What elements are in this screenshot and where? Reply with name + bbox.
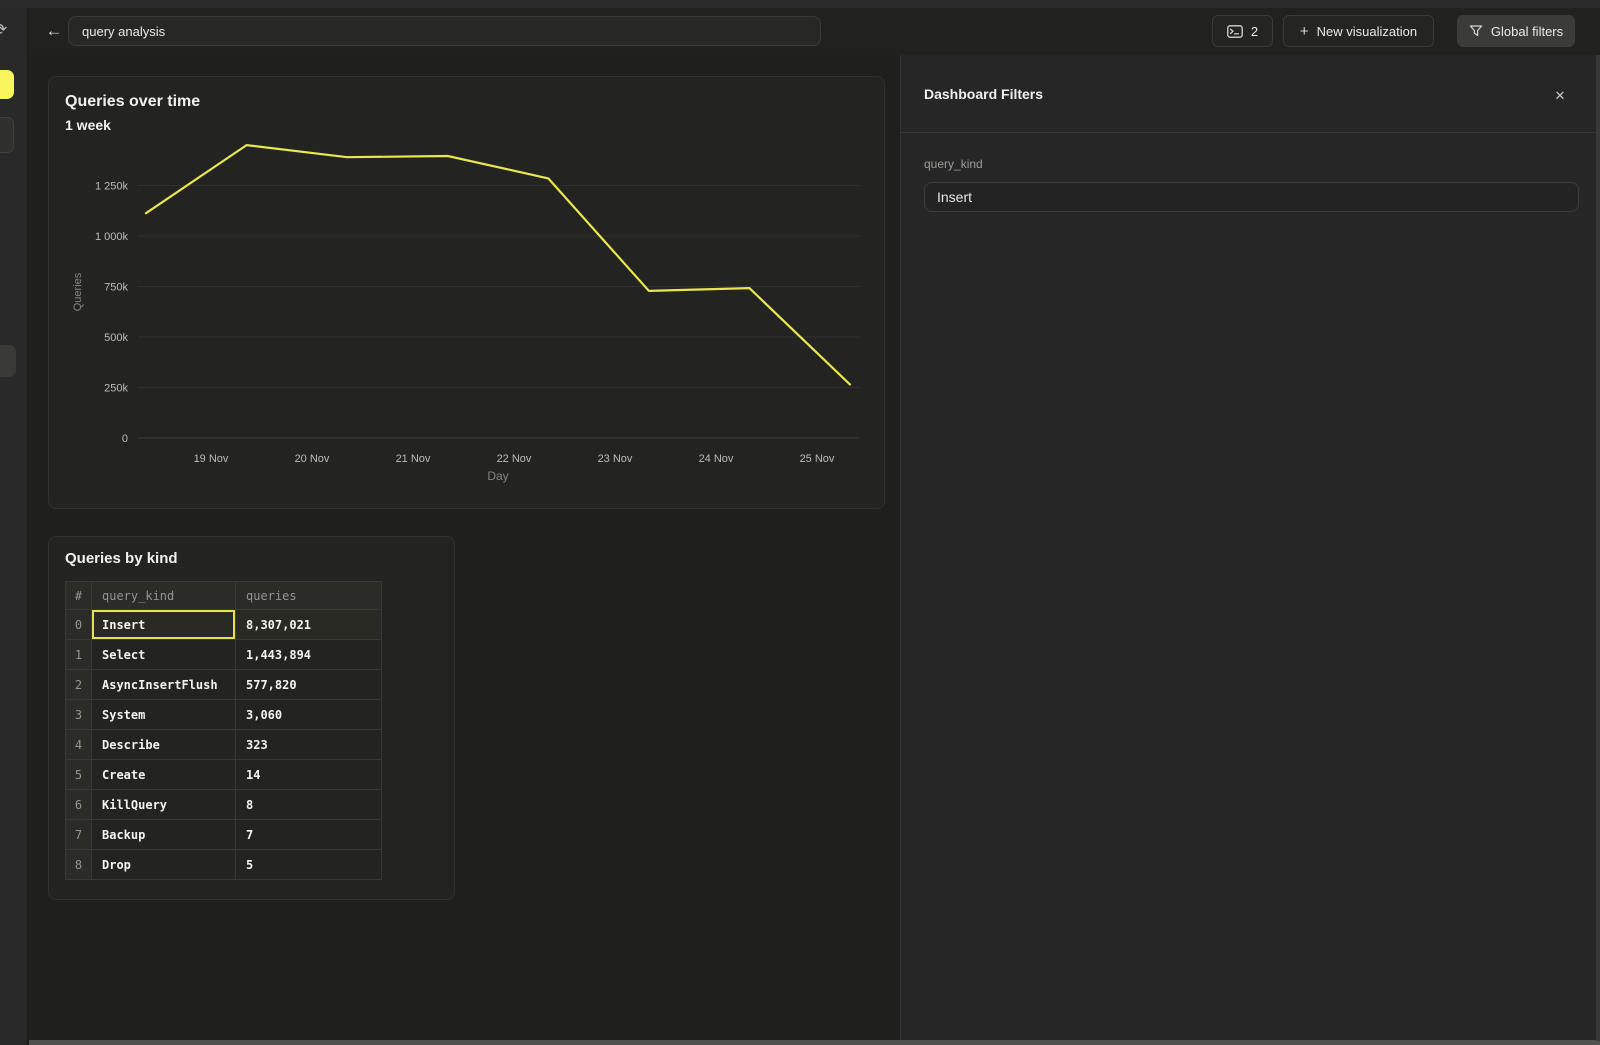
row-index-cell: 1 [66, 640, 92, 670]
topbar: ← 2 + New visualization Global filters [29, 8, 1600, 55]
global-filters-label: Global filters [1491, 24, 1563, 39]
query-kind-cell[interactable]: Select [92, 640, 236, 670]
rail-swatch-yellow[interactable] [0, 70, 14, 99]
new-visualization-button[interactable]: + New visualization [1283, 15, 1434, 47]
dashboard-filters-panel: Dashboard Filters ✕ query_kind [900, 55, 1600, 1041]
table-title: Queries by kind [65, 550, 178, 567]
row-index-cell: 4 [66, 730, 92, 760]
global-filters-button[interactable]: Global filters [1457, 15, 1575, 47]
console-count-button[interactable]: 2 [1212, 15, 1273, 47]
x-axis-tick-label: 19 Nov [194, 453, 229, 465]
x-axis-tick-label: 22 Nov [497, 453, 532, 465]
column-header-query-kind[interactable]: query_kind [92, 582, 236, 610]
row-index-cell: 0 [66, 610, 92, 640]
queries-cell[interactable]: 14 [236, 760, 382, 790]
y-axis-tick-label: 750k [104, 282, 128, 294]
console-icon [1227, 25, 1243, 38]
query-kind-cell[interactable]: Insert [92, 610, 236, 640]
rail-item-1[interactable] [0, 117, 14, 153]
app-root: ⟳ ← 2 + New visualization Global filters [0, 0, 1600, 1045]
y-axis-tick-label: 250k [104, 383, 128, 395]
queries-cell[interactable]: 1,443,894 [236, 640, 382, 670]
query-kind-filter-input[interactable] [924, 182, 1579, 212]
queries-cell[interactable]: 5 [236, 850, 382, 880]
queries-cell[interactable]: 3,060 [236, 700, 382, 730]
query-kind-cell[interactable]: System [92, 700, 236, 730]
x-axis-tick-label: 24 Nov [699, 453, 734, 465]
filters-panel-title: Dashboard Filters [924, 86, 1043, 102]
filter-field-label: query_kind [924, 157, 983, 171]
queries-cell[interactable]: 8,307,021 [236, 610, 382, 640]
queries-cell[interactable]: 8 [236, 790, 382, 820]
filters-panel-header: Dashboard Filters ✕ [901, 55, 1600, 133]
table-card-queries-by-kind: Queries by kind # query_kind queries 0In… [48, 536, 455, 900]
query-kind-cell[interactable]: KillQuery [92, 790, 236, 820]
console-count: 2 [1251, 24, 1258, 39]
table-row: 2AsyncInsertFlush577,820 [66, 670, 382, 700]
back-button[interactable]: ← [41, 16, 67, 46]
y-axis-tick-label: 1 250k [95, 181, 129, 193]
y-axis-tick-label: 500k [104, 332, 128, 344]
new-visualization-label: New visualization [1317, 24, 1417, 39]
left-rail: ⟳ [0, 8, 28, 1045]
table-row: 1Select1,443,894 [66, 640, 382, 670]
query-kind-cell[interactable]: AsyncInsertFlush [92, 670, 236, 700]
queries-cell[interactable]: 7 [236, 820, 382, 850]
plus-icon: + [1300, 23, 1309, 40]
y-axis-title: Queries [72, 272, 84, 311]
x-axis-tick-label: 23 Nov [598, 453, 633, 465]
table-row: 3System3,060 [66, 700, 382, 730]
row-index-cell: 3 [66, 700, 92, 730]
column-header-index[interactable]: # [66, 582, 92, 610]
y-axis-tick-label: 1 000k [95, 231, 129, 243]
table-row: 5Create14 [66, 760, 382, 790]
query-kind-cell[interactable]: Drop [92, 850, 236, 880]
row-index-cell: 7 [66, 820, 92, 850]
queries-line-chart[interactable]: 0 250k 500k 750k 1 000k 1 250k 19 Nov 20 Nov 21 … [49, 77, 886, 510]
table-row: 6KillQuery8 [66, 790, 382, 820]
queries-by-kind-table: # query_kind queries 0Insert8,307,0211Se… [65, 581, 382, 880]
chart-card-queries-over-time: Queries over time 1 week 0250k500k750k1 … [48, 76, 885, 509]
x-axis-tick-label: 25 Nov [800, 453, 835, 465]
row-index-cell: 2 [66, 670, 92, 700]
window-top-strip [0, 0, 1600, 8]
table-row: 0Insert8,307,021 [66, 610, 382, 640]
queries-cell[interactable]: 577,820 [236, 670, 382, 700]
x-axis-tick-label: 20 Nov [295, 453, 330, 465]
horizontal-scrollbar[interactable] [29, 1040, 1600, 1045]
y-axis-tick-label: 0 [122, 433, 128, 445]
dashboard-title-input[interactable] [68, 16, 821, 46]
column-header-queries[interactable]: queries [236, 582, 382, 610]
table-row: 8Drop5 [66, 850, 382, 880]
dashboard-canvas: Queries over time 1 week 0250k500k750k1 … [29, 55, 900, 1041]
x-axis-title: Day [487, 469, 508, 483]
rail-item-2[interactable] [0, 345, 16, 377]
vertical-scrollbar-track[interactable] [1596, 55, 1600, 1041]
queries-cell[interactable]: 323 [236, 730, 382, 760]
table-row: 4Describe323 [66, 730, 382, 760]
funnel-icon [1469, 24, 1483, 38]
refresh-icon[interactable]: ⟳ [0, 20, 7, 40]
table-row: 7Backup7 [66, 820, 382, 850]
row-index-cell: 5 [66, 760, 92, 790]
x-axis-tick-label: 21 Nov [396, 453, 431, 465]
query-kind-cell[interactable]: Describe [92, 730, 236, 760]
query-kind-cell[interactable]: Create [92, 760, 236, 790]
query-kind-cell[interactable]: Backup [92, 820, 236, 850]
chart-line-queries [146, 145, 850, 384]
row-index-cell: 6 [66, 790, 92, 820]
row-index-cell: 8 [66, 850, 92, 880]
table-header-row: # query_kind queries [66, 582, 382, 610]
close-icon[interactable]: ✕ [1547, 83, 1573, 109]
